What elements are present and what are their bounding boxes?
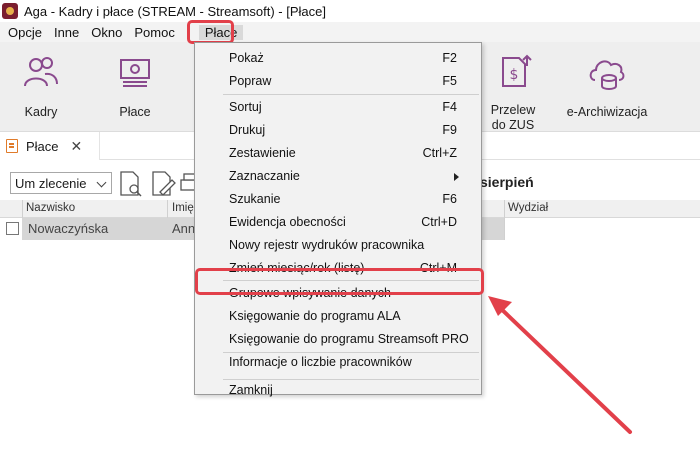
annotation-arrow-icon — [488, 296, 632, 434]
